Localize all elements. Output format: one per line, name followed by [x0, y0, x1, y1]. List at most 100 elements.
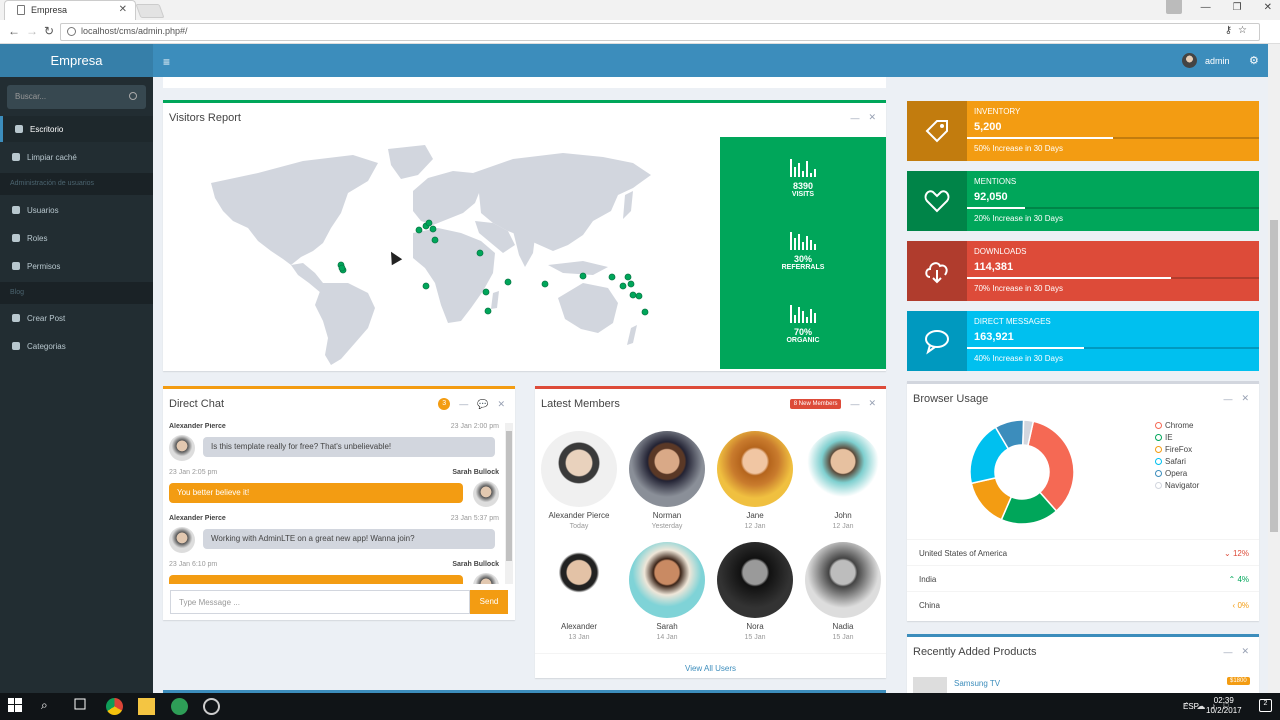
- browser-donut-chart[interactable]: [967, 417, 1077, 527]
- app-icon[interactable]: [203, 698, 220, 715]
- notifications-icon[interactable]: 2: [1259, 699, 1272, 712]
- avatar: [541, 431, 617, 507]
- chrome-icon[interactable]: [106, 698, 123, 715]
- scroll-thumb[interactable]: [506, 431, 512, 561]
- member-item[interactable]: Nora 15 Jan: [711, 542, 799, 641]
- user-name[interactable]: admin: [1205, 56, 1230, 66]
- sidebar-item-limpiar-cache[interactable]: Limpiar caché: [0, 144, 153, 170]
- chat-message: Sarah Bullock 23 Jan 2:05 pm You better …: [169, 469, 499, 515]
- chat-messages[interactable]: Alexander Pierce 23 Jan 2:00 pm Is this …: [169, 423, 499, 584]
- sidebar-toggle-icon[interactable]: ≡: [163, 55, 170, 69]
- legend-item[interactable]: FireFox: [1155, 443, 1199, 455]
- scroll-thumb[interactable]: [1270, 220, 1278, 532]
- users-icon: [12, 234, 20, 242]
- remove-icon[interactable]: ✕: [1241, 393, 1249, 404]
- member-item[interactable]: Alexander 13 Jan: [535, 542, 623, 641]
- info-box-direct-messages: DIRECT MESSAGES 163,921 40% Increase in …: [907, 311, 1259, 371]
- app-icon[interactable]: [171, 698, 188, 715]
- member-item[interactable]: John 12 Jan: [799, 431, 887, 530]
- legend-item[interactable]: IE: [1155, 431, 1199, 443]
- close-window-icon[interactable]: ✕: [1264, 2, 1272, 13]
- remove-icon[interactable]: ✕: [868, 398, 876, 409]
- country-name: India: [919, 575, 937, 584]
- avatar: [805, 542, 881, 618]
- info-label: DOWNLOADS: [974, 247, 1027, 256]
- info-box-mentions: MENTIONS 92,050 20% Increase in 30 Days: [907, 171, 1259, 231]
- member-item[interactable]: Jane 12 Jan: [711, 431, 799, 530]
- language-indicator[interactable]: ESP: [1183, 702, 1199, 711]
- back-icon[interactable]: ←: [8, 24, 20, 38]
- view-all-users-link[interactable]: View All Users: [535, 653, 886, 673]
- search-icon[interactable]: [129, 92, 137, 100]
- search-placeholder: Buscar...: [15, 92, 47, 101]
- profile-icon[interactable]: [1166, 0, 1182, 14]
- logo[interactable]: Empresa: [0, 44, 153, 77]
- sidebar-item-crear-post[interactable]: Crear Post: [0, 305, 153, 331]
- indonesia-shape: [548, 261, 608, 275]
- member-name: Jane: [746, 511, 764, 520]
- url-field[interactable]: localhost/cms/admin.php#/ ⚷☆: [60, 23, 1260, 41]
- avatar[interactable]: [1182, 53, 1197, 68]
- sidebar-item-escritorio[interactable]: Escritorio: [0, 116, 153, 142]
- country-row[interactable]: China ‹ 0%: [907, 591, 1259, 617]
- search-input[interactable]: Buscar...: [7, 85, 146, 109]
- cloud-download-icon: [907, 241, 967, 301]
- send-button[interactable]: Send: [470, 590, 508, 614]
- world-map[interactable]: [163, 133, 720, 371]
- member-item[interactable]: Nadia 15 Jan: [799, 542, 887, 641]
- country-row[interactable]: United States of America ⌄ 12%: [907, 539, 1259, 565]
- file-explorer-icon[interactable]: [138, 698, 155, 715]
- info-label: MENTIONS: [974, 177, 1017, 186]
- percent-value: 4%: [1237, 575, 1249, 584]
- reload-icon[interactable]: ↻: [44, 24, 54, 38]
- legend-item[interactable]: Navigator: [1155, 479, 1199, 491]
- contacts-icon[interactable]: 💬: [477, 399, 488, 410]
- search-icon[interactable]: ⌕: [41, 698, 58, 715]
- collapse-icon[interactable]: —: [850, 113, 859, 123]
- madagascar-shape: [491, 291, 499, 309]
- legend-item[interactable]: Chrome: [1155, 419, 1199, 431]
- forward-icon[interactable]: →: [26, 24, 38, 38]
- browser-tab[interactable]: Empresa ✕: [4, 0, 136, 20]
- clock[interactable]: 02:39 10/2/2017: [1206, 696, 1242, 716]
- sidebar-item-permisos[interactable]: Permisos: [0, 253, 153, 279]
- comment-icon: [907, 311, 967, 371]
- country-name: United States of America: [919, 549, 1008, 558]
- restore-icon[interactable]: ❐: [1233, 2, 1242, 13]
- tab-close-icon[interactable]: ✕: [119, 4, 127, 15]
- collapse-icon[interactable]: —: [1223, 394, 1232, 404]
- chat-scrollbar[interactable]: [505, 423, 513, 584]
- sidebar-item-categorias[interactable]: Categorias: [0, 333, 153, 359]
- member-item[interactable]: Alexander Pierce Today: [535, 431, 623, 530]
- stat-referrals: 30% REFERRALS: [720, 230, 886, 271]
- remove-icon[interactable]: ✕: [868, 112, 876, 123]
- sidebar-item-roles[interactable]: Roles: [0, 225, 153, 251]
- country-row[interactable]: India ⌃ 4%: [907, 565, 1259, 591]
- chat-message-input[interactable]: Type Message ...: [170, 590, 470, 614]
- europe-shape: [413, 171, 481, 225]
- gears-icon[interactable]: ⚙: [1249, 54, 1259, 67]
- page-scrollbar[interactable]: [1268, 44, 1280, 693]
- windows-start-icon[interactable]: [8, 698, 25, 715]
- stat-label: ORGANIC: [786, 337, 820, 344]
- member-item[interactable]: Sarah 14 Jan: [623, 542, 711, 641]
- sidebar-item-usuarios[interactable]: Usuarios: [0, 197, 153, 223]
- key-star-icons[interactable]: ⚷☆: [1225, 25, 1253, 36]
- collapse-icon[interactable]: —: [1223, 647, 1232, 657]
- collapse-icon[interactable]: —: [850, 399, 859, 409]
- member-item[interactable]: Norman Yesterday: [623, 431, 711, 530]
- minimize-icon[interactable]: —: [1201, 2, 1211, 13]
- remove-icon[interactable]: ✕: [497, 399, 505, 410]
- task-view-icon[interactable]: [73, 698, 90, 715]
- product-name-link[interactable]: Samsung TV: [954, 679, 1000, 688]
- new-tab-button[interactable]: [135, 4, 165, 18]
- world-map-svg: [211, 145, 651, 365]
- legend-item[interactable]: Safari: [1155, 455, 1199, 467]
- collapse-icon[interactable]: —: [459, 399, 468, 409]
- legend-item[interactable]: Opera: [1155, 467, 1199, 479]
- info-description: 70% Increase in 30 Days: [974, 284, 1063, 293]
- member-date: 13 Jan: [568, 634, 590, 641]
- box-title: Browser Usage: [913, 393, 989, 405]
- remove-icon[interactable]: ✕: [1241, 646, 1249, 657]
- legend-label: Chrome: [1165, 420, 1194, 430]
